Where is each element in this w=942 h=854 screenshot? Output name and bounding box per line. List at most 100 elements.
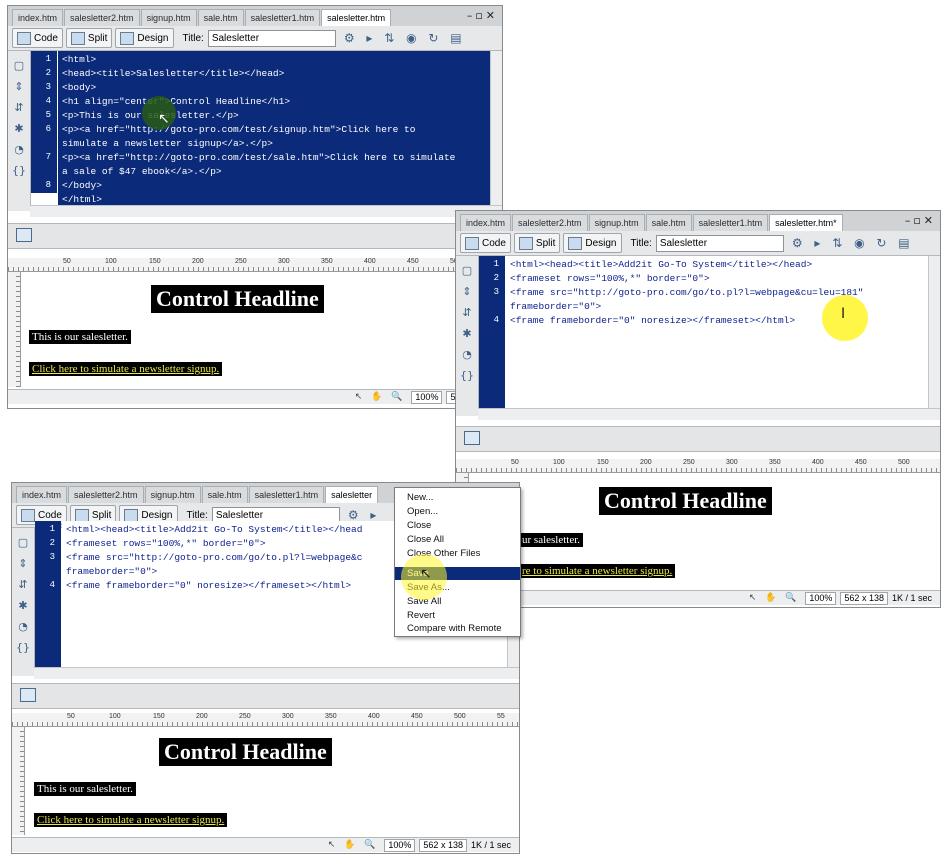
collapse-tag-icon[interactable]: ⇕ [12,557,34,570]
open-documents-icon[interactable]: ▢ [12,536,34,549]
tab-signup[interactable]: signup.htm [144,486,201,503]
mouse-pointer-icon: ↖ [158,111,170,127]
collapse-tag-icon[interactable]: ⇕ [456,285,478,298]
ruler-label: 500 [898,459,910,466]
code-scrollbar[interactable] [928,256,940,408]
signup-link[interactable]: Click here to simulate a newsletter sign… [29,362,223,376]
status-tool-icons[interactable]: ↖ ✋ 🔍 [749,593,800,603]
text-ibeam-icon: I [841,306,846,322]
select-parent-icon[interactable]: ✱ [12,599,34,612]
title-input[interactable]: Salesletter [655,234,784,252]
menu-item-close[interactable]: Close [395,519,520,532]
editor-window-2: index.htm salesletter2.htm signup.htm sa… [455,210,941,608]
line-number: 1 [49,524,55,534]
menu-item-close-all[interactable]: Close All [395,533,520,546]
tab-sale[interactable]: sale.htm [645,214,692,231]
expand-all-icon[interactable]: ⇵ [12,578,34,591]
code-scrollbar[interactable] [490,51,502,205]
code-line: <html><head><title>Add2it Go-To System</… [510,259,813,270]
title-label: Title: [186,509,208,521]
design-view-button[interactable]: Design [563,233,622,253]
ruler-label: 200 [196,713,208,720]
status-tool-icons[interactable]: ↖ ✋ 🔍 [355,392,406,402]
tab-salesletter[interactable]: salesletter [325,486,379,503]
window-controls[interactable]: –▫✕ [467,9,498,22]
apply-comment-icon[interactable]: {} [8,164,30,177]
tab-index[interactable]: index.htm [460,214,512,231]
line-number: 8 [45,180,51,190]
window-size-select[interactable]: 562 x 138 [419,838,467,852]
title-input[interactable]: Salesletter [207,29,336,47]
toolbar-icons[interactable]: ⚙ ▸ [348,508,381,522]
tab-salesletter2[interactable]: salesletter2.htm [64,9,140,26]
ruler: 50 100 150 200 250 300 350 400 450 500 5… [12,713,519,727]
ruler-label: 300 [726,459,738,466]
ruler-label: 100 [553,459,565,466]
collapse-tag-icon[interactable]: ⇕ [8,80,30,93]
zoom-select[interactable]: 100% [805,591,837,605]
split-view-button[interactable]: Split [513,233,561,253]
code-hscrollbar[interactable] [30,205,502,217]
tab-salesletter1[interactable]: salesletter1.htm [692,214,769,231]
properties-icon[interactable] [20,688,36,702]
document-toolbar: Code Split Design Title: Salesletter ⚙ ▸… [8,26,502,51]
toolbar-icons[interactable]: ⚙ ▸ ⇅ ◉ ↻ ▤ [792,236,914,250]
select-parent-icon[interactable]: ✱ [456,327,478,340]
zoom-select[interactable]: 100% [411,390,443,404]
apply-comment-icon[interactable]: {} [456,369,478,382]
tab-salesletter2[interactable]: salesletter2.htm [68,486,144,503]
open-documents-icon[interactable]: ▢ [456,264,478,277]
expand-all-icon[interactable]: ⇵ [456,306,478,319]
code-line: <frameset rows="100%,*" border="0"> [510,273,710,284]
apply-comment-icon[interactable]: {} [12,641,34,654]
tab-signup[interactable]: signup.htm [140,9,197,26]
zoom-select[interactable]: 100% [384,838,416,852]
signup-link[interactable]: Click here to simulate a newsletter sign… [34,813,228,827]
code-line: <html> [62,54,97,65]
properties-icon[interactable] [16,228,32,242]
select-parent-icon[interactable]: ✱ [8,122,30,135]
menu-item-revert[interactable]: Revert [395,609,520,622]
code-editor[interactable]: <html> <head><title>Salesletter</title><… [58,51,490,205]
ruler-label: 300 [282,713,294,720]
tab-salesletter-modified[interactable]: salesletter.htm* [769,214,843,231]
headline: Control Headline [599,487,772,515]
tab-salesletter[interactable]: salesletter.htm [321,9,392,26]
highlight-invalid-icon[interactable]: ◔ [456,348,478,361]
tab-index[interactable]: index.htm [12,9,64,26]
status-tool-icons[interactable]: ↖ ✋ 🔍 [328,840,379,850]
highlight-invalid-icon[interactable]: ◔ [12,620,34,633]
toolbar-icons[interactable]: ⚙ ▸ ⇅ ◉ ↻ ▤ [344,31,466,45]
code-hscrollbar[interactable] [34,667,519,679]
expand-all-icon[interactable]: ⇵ [8,101,30,114]
tab-sale[interactable]: sale.htm [201,486,248,503]
menu-item-compare-with-remote[interactable]: Compare with Remote [395,622,520,635]
code-hscrollbar[interactable] [478,408,940,420]
open-documents-icon[interactable]: ▢ [8,59,30,72]
headline: Control Headline [159,738,332,766]
tab-salesletter1[interactable]: salesletter1.htm [248,486,325,503]
code-view-button[interactable]: Code [12,28,63,48]
split-view-icon [70,31,85,45]
window-controls[interactable]: –▫✕ [905,214,936,227]
tab-salesletter2[interactable]: salesletter2.htm [512,214,588,231]
window-size-select[interactable]: 562 x 138 [840,591,888,605]
menu-item-new[interactable]: New... [395,491,520,504]
design-view[interactable]: Control Headline ur salesletter. re to s… [469,473,940,587]
code-view-button[interactable]: Code [460,233,511,253]
design-view[interactable]: Control Headline This is our salesletter… [21,272,502,388]
signup-link[interactable]: re to simulate a newsletter signup. [519,564,676,578]
properties-icon[interactable] [464,431,480,445]
design-view[interactable]: Control Headline This is our salesletter… [25,727,519,837]
split-view-button[interactable]: Split [65,28,113,48]
menu-item-open[interactable]: Open... [395,505,520,518]
design-view-button[interactable]: Design [115,28,174,48]
tab-index[interactable]: index.htm [16,486,68,503]
tab-salesletter1[interactable]: salesletter1.htm [244,9,321,26]
tab-signup[interactable]: signup.htm [588,214,645,231]
coding-toolbar: ▢ ⇕ ⇵ ✱ ◔ {} [456,256,479,416]
tab-sale[interactable]: sale.htm [197,9,244,26]
code-editor[interactable]: <html><head><title>Add2it Go-To System</… [506,256,928,408]
line-number: 5 [45,110,51,120]
highlight-invalid-icon[interactable]: ◔ [8,143,30,156]
